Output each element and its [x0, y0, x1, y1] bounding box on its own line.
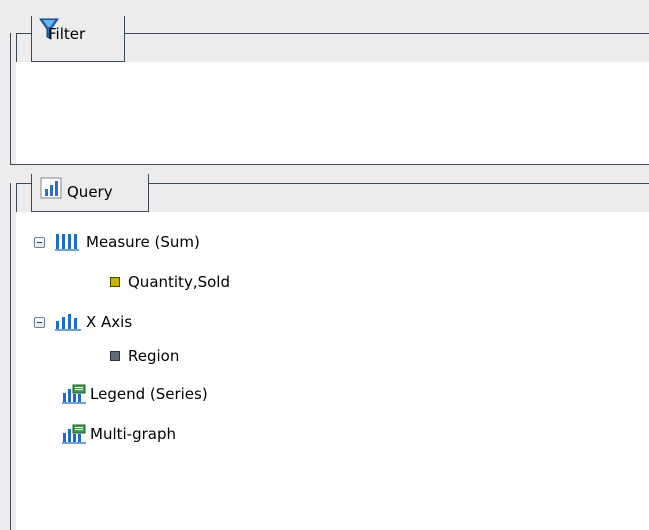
measure-label: Measure (Sum) [86, 233, 200, 251]
quantity-sold-label: Quantity,Sold [128, 273, 230, 291]
query-frame-top-left [16, 183, 32, 184]
query-frame-top [148, 183, 649, 184]
filter-frame-top [124, 33, 649, 34]
collapse-toggle-icon[interactable] [34, 236, 45, 248]
legend-chart-icon [62, 383, 88, 405]
x-axis-label: X Axis [86, 313, 133, 331]
filter-tab[interactable]: Filter [31, 16, 125, 62]
tree-node-quantity-sold[interactable]: Quantity,Sold [110, 270, 230, 294]
numeric-field-icon [110, 277, 120, 287]
tree-node-legend[interactable]: Legend (Series) [62, 382, 208, 406]
multigraph-label: Multi-graph [90, 425, 176, 443]
filter-frame-outer-left [10, 33, 11, 164]
axis-bars-icon [55, 312, 83, 332]
query-tab-label: Query [67, 183, 113, 201]
tree-node-region[interactable]: Region [110, 344, 179, 368]
query-frame-outer-left [10, 183, 11, 530]
tree-node-multigraph[interactable]: Multi-graph [62, 422, 176, 446]
tree-node-measure[interactable]: Measure (Sum) [34, 230, 200, 254]
measure-bars-icon [55, 232, 83, 252]
collapse-toggle-icon[interactable] [34, 316, 45, 328]
query-tree [16, 212, 649, 530]
filter-frame-top-left [16, 33, 32, 34]
query-tab[interactable]: Query [31, 174, 149, 212]
tree-node-x-axis[interactable]: X Axis [34, 310, 132, 334]
filter-drop-area[interactable] [16, 62, 649, 164]
bar-chart-icon [40, 177, 62, 199]
dimension-field-icon [110, 351, 120, 361]
filter-frame-bottom [10, 164, 649, 165]
filter-tab-label: Filter [48, 25, 86, 43]
legend-label: Legend (Series) [90, 385, 208, 403]
region-label: Region [128, 347, 180, 365]
multigraph-chart-icon [62, 423, 88, 445]
